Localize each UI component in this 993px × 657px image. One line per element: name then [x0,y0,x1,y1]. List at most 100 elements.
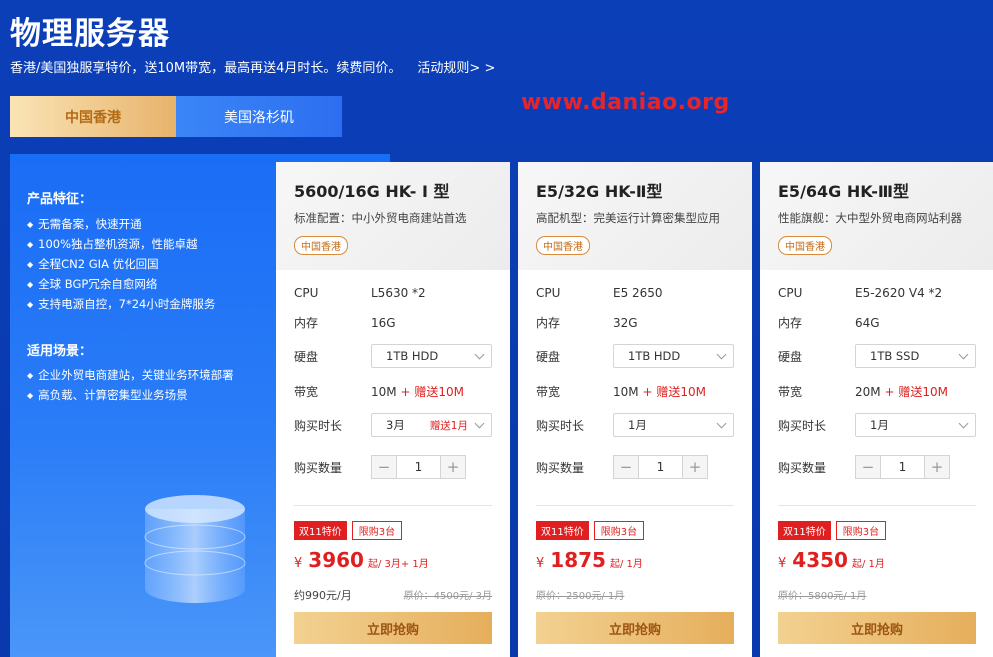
duration-gift: 赠送1月 [429,419,468,432]
memory-value: 32G [613,315,638,330]
promo-tags: 双11特价 限购3台 [536,521,645,540]
sale-tag: 双11特价 [536,521,589,540]
bandwidth-value: 20M [855,384,881,399]
bandwidth-value: 10M [371,384,397,399]
memory-value: 16G [371,315,396,330]
quantity-value[interactable]: 1 [638,456,683,478]
disk-label: 硬盘 [536,349,561,364]
bandwidth-gift: + 赠送10M [884,385,948,399]
product-desc: 性能旗舰：大中型外贸电商网站利器 [778,211,962,225]
buy-button[interactable]: 立即抢购 [536,612,734,644]
original-price: 原价：2500元/ 1月 [536,591,625,602]
product-card: E5/64G HK-Ⅲ型 性能旗舰：大中型外贸电商网站利器 中国香港 CPU E5… [760,162,993,657]
rules-link[interactable]: 活动规则> > [417,61,495,76]
bandwidth-gift: + 赠送10M [642,385,706,399]
card-header: 5600/16G HK- I 型 标准配置：中小外贸电商建站首选 中国香港 [276,162,510,270]
disk-select[interactable]: 1TB SSD [855,344,976,368]
region-tabs: 中国香港 美国洛杉矶 [10,96,343,137]
memory-label: 内存 [778,316,803,330]
scenario-item: 企业外贸电商建站，关键业务环境部署 [27,365,234,385]
features-title: 产品特征： [27,192,93,207]
bandwidth-label: 带宽 [536,385,561,399]
memory-label: 内存 [536,316,561,330]
price-value: 4350 [792,548,848,572]
limit-tag: 限购3台 [351,521,403,540]
chevron-down-icon [716,418,727,428]
duration-select[interactable]: 3月 赠送1月 [371,413,492,437]
duration-select[interactable]: 1月 [613,413,734,437]
cpu-value: L5630 *2 [371,286,426,300]
cpu-label: CPU [294,286,319,300]
disk-label: 硬盘 [778,349,803,364]
disk-select[interactable]: 1TB HDD [371,344,492,368]
minus-button[interactable]: − [614,456,638,478]
chevron-down-icon [474,349,485,359]
region-badge: 中国香港 [294,236,348,255]
price-unit: 起/ 1月 [851,559,885,570]
duration-label: 购买时长 [294,418,343,433]
plus-button[interactable]: + [683,456,707,478]
bandwidth-label: 带宽 [778,385,803,399]
monthly-price: 约990元/月 [294,589,352,602]
buy-button[interactable]: 立即抢购 [294,612,492,644]
sale-tag: 双11特价 [778,521,831,540]
feature-item: 全球 BGP冗余自愈网络 [27,274,215,294]
cpu-label: CPU [778,286,803,300]
duration-select[interactable]: 1月 [855,413,976,437]
duration-value: 1月 [870,418,889,432]
feature-item: 支持电源自控，7*24小时金牌服务 [27,294,215,314]
price-value: 3960 [308,548,364,572]
database-illustration-icon [144,495,246,603]
product-title: E5/64G HK-Ⅲ型 [778,182,910,201]
price-details: 原价：2500元/ 1月 [536,587,734,602]
divider [294,505,492,506]
duration-label: 购买时长 [536,418,585,433]
chevron-down-icon [474,418,485,428]
duration-label: 购买时长 [778,418,827,433]
bandwidth-value: 10M [613,384,639,399]
limit-tag: 限购3台 [835,521,887,540]
limit-tag: 限购3台 [593,521,645,540]
disk-select[interactable]: 1TB HDD [613,344,734,368]
currency-symbol: ¥ [778,556,787,571]
minus-button[interactable]: − [372,456,396,478]
quantity-stepper: − 1 + [613,455,708,479]
product-title: E5/32G HK-Ⅱ型 [536,182,663,201]
disk-value: 1TB SSD [870,349,920,363]
product-desc: 标准配置：中小外贸电商建站首选 [294,211,467,225]
quantity-stepper: − 1 + [371,455,466,479]
plus-button[interactable]: + [441,456,465,478]
watermark: www.daniao.org [521,90,730,115]
product-desc: 高配机型：完美运行计算密集型应用 [536,211,720,225]
feature-item: 无需备案，快速开通 [27,214,215,234]
disk-value: 1TB HDD [386,349,439,363]
region-badge: 中国香港 [778,236,832,255]
price: ¥ 1875 起/ 1月 [536,548,643,572]
quantity-value[interactable]: 1 [880,456,925,478]
currency-symbol: ¥ [536,556,545,571]
scenario-item: 高负载、计算密集型业务场景 [27,385,234,405]
quantity-label: 购买数量 [294,460,343,475]
duration-value: 1月 [628,418,647,432]
minus-button[interactable]: − [856,456,880,478]
price-gift: + 1月 [400,559,429,570]
quantity-value[interactable]: 1 [396,456,441,478]
currency-symbol: ¥ [294,556,303,571]
price-value: 1875 [550,548,606,572]
disk-label: 硬盘 [294,349,319,364]
duration-value: 3月 [386,418,405,432]
chevron-down-icon [958,349,969,359]
page-title: 物理服务器 [10,16,170,52]
plus-button[interactable]: + [925,456,949,478]
tab-hong-kong[interactable]: 中国香港 [10,96,176,137]
promo-tags: 双11特价 限购3台 [778,521,887,540]
cpu-value: E5 2650 [613,286,663,300]
original-price: 原价：5800元/ 1月 [778,591,867,602]
price-details: 约990元/月 原价：4500元/ 3月 [294,587,492,603]
chevron-down-icon [958,418,969,428]
promo-subtitle: 香港/美国独服享特价，送10M带宽，最高再送4月时长。续费同价。 活动规则> > [10,57,495,76]
memory-label: 内存 [294,316,319,330]
tab-los-angeles[interactable]: 美国洛杉矶 [176,96,342,137]
promo-tags: 双11特价 限购3台 [294,521,403,540]
buy-button[interactable]: 立即抢购 [778,612,976,644]
